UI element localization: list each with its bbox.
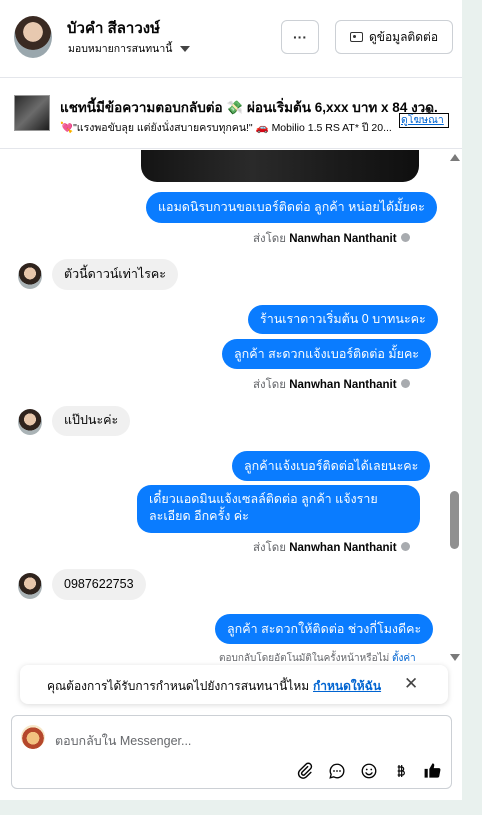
ad-title: แชทนี้มีข้อความตอบกลับต่อ 💸 ผ่อนเริ่มต้น… (60, 100, 438, 115)
auto-reply-settings-link[interactable]: ตั้งค่า (392, 653, 416, 664)
scroll-down-arrow-icon[interactable] (450, 654, 460, 661)
scroll-up-arrow-icon[interactable] (450, 154, 460, 161)
close-icon[interactable]: ✕ (404, 674, 418, 694)
view-ad-link[interactable]: ดูโฆษณา (399, 113, 449, 128)
view-contact-label: ดูข้อมูลติดต่อ (368, 29, 439, 44)
page-avatar (21, 725, 45, 749)
composer-toolbar (294, 760, 443, 781)
ad-description: 💘"แรงพอขับลุย แต่ยังนั่งสบายครบทุกคน!" 🚗… (60, 122, 392, 134)
sent-by-name: Nanwhan Nanthanit (289, 379, 397, 391)
info-icon[interactable] (400, 542, 410, 552)
assign-prompt: คุณต้องการได้รับการกำหนดไปยังการสนทนานี้… (20, 665, 448, 704)
auto-reply-notice: ตอบกลับโดยอัตโนมัติในครั้งหน้าหรือไม่ ตั… (219, 651, 416, 666)
contact-avatar[interactable] (14, 16, 52, 58)
auto-reply-text: ตอบกลับโดยอัตโนมัติในครั้งหน้าหรือไม่ (219, 653, 390, 664)
sent-by-name: Nanwhan Nanthanit (289, 233, 397, 245)
payment-icon[interactable] (390, 760, 411, 781)
info-icon[interactable] (400, 379, 410, 389)
scrollbar-thumb[interactable] (450, 491, 459, 549)
ad-banner: แชทนี้มีข้อความตอบกลับต่อ 💸 ผ่อนเริ่มต้น… (0, 79, 462, 149)
sent-by-label: ส่งโดย Nanwhan Nanthanit (253, 539, 410, 557)
assign-label: มอบหมายการสนทนานี้ (68, 43, 173, 55)
contact-avatar-small (18, 409, 42, 435)
message-bubble-outgoing[interactable]: ลูกค้า สะดวกให้ติดต่อ ช่วงกี่โมงดีคะ (215, 614, 434, 644)
conversation-panel: บัวคำ สีลาวงษ์ มอบหมายการสนทนานี้ ··· ดู… (0, 0, 462, 800)
sent-by-prefix: ส่งโดย (253, 542, 287, 554)
contact-avatar-small (18, 263, 42, 289)
contact-card-icon (349, 32, 363, 42)
message-bubble-incoming[interactable]: 0987622753 (52, 569, 146, 600)
info-icon[interactable] (400, 233, 410, 243)
conversation-header: บัวคำ สีลาวงษ์ มอบหมายการสนทนานี้ ··· ดู… (0, 0, 462, 78)
contact-name[interactable]: บัวคำ สีลาวงษ์ (67, 16, 160, 40)
message-bubble-outgoing[interactable]: ลูกค้าแจ้งเบอร์ติดต่อได้เลยนะคะ (232, 451, 431, 481)
assign-to-me-button[interactable]: กำหนดให้ฉัน (313, 677, 381, 696)
view-contact-button[interactable]: ดูข้อมูลติดต่อ (335, 20, 453, 54)
message-bubble-incoming[interactable]: แป๊ปนะค่ะ (52, 406, 131, 436)
message-bubble-outgoing[interactable]: แอมดนิรบกวนขอเบอร์ติดต่อ ลูกค้า หน่อยได้… (146, 192, 437, 223)
thumbs-up-icon[interactable] (422, 760, 443, 781)
message-bubble-outgoing[interactable]: เดี๋ยวแอดมินแจ้งเซลล์ติดต่อ ลูกค้า แจ้งร… (137, 485, 420, 533)
caret-down-icon (180, 45, 191, 52)
message-bubble-outgoing[interactable]: ร้านเราดาวเริ่มต้น 0 บาทนะคะ (248, 305, 438, 334)
message-bubble-outgoing[interactable]: ลูกค้า สะดวกแจ้งเบอร์ติดต่อ มั้ยคะ (222, 339, 432, 369)
assign-prompt-text: คุณต้องการได้รับการกำหนดไปยังการสนทนานี้… (47, 679, 310, 693)
media-attachment[interactable] (141, 150, 419, 182)
contact-avatar-small (18, 573, 42, 599)
sent-by-label: ส่งโดย Nanwhan Nanthanit (253, 376, 410, 394)
sent-by-label: ส่งโดย Nanwhan Nanthanit (253, 230, 410, 248)
sent-by-prefix: ส่งโดย (253, 379, 287, 391)
reply-input[interactable]: ตอบกลับใน Messenger... (55, 731, 191, 751)
attachment-icon[interactable] (294, 760, 315, 781)
sent-by-name: Nanwhan Nanthanit (289, 542, 397, 554)
more-options-button[interactable]: ··· (281, 20, 319, 54)
more-icon: ··· (293, 29, 307, 45)
message-composer[interactable]: ตอบกลับใน Messenger... (11, 715, 452, 789)
ad-thumbnail[interactable] (14, 95, 50, 131)
right-gutter (462, 0, 482, 815)
assign-dropdown[interactable]: มอบหมายการสนทนานี้ (68, 40, 191, 57)
sent-by-prefix: ส่งโดย (253, 233, 287, 245)
message-bubble-incoming[interactable]: ตัวนี้ดาวน์เท่าไรคะ (52, 259, 178, 290)
emoji-icon[interactable] (358, 760, 379, 781)
saved-replies-icon[interactable] (326, 760, 347, 781)
